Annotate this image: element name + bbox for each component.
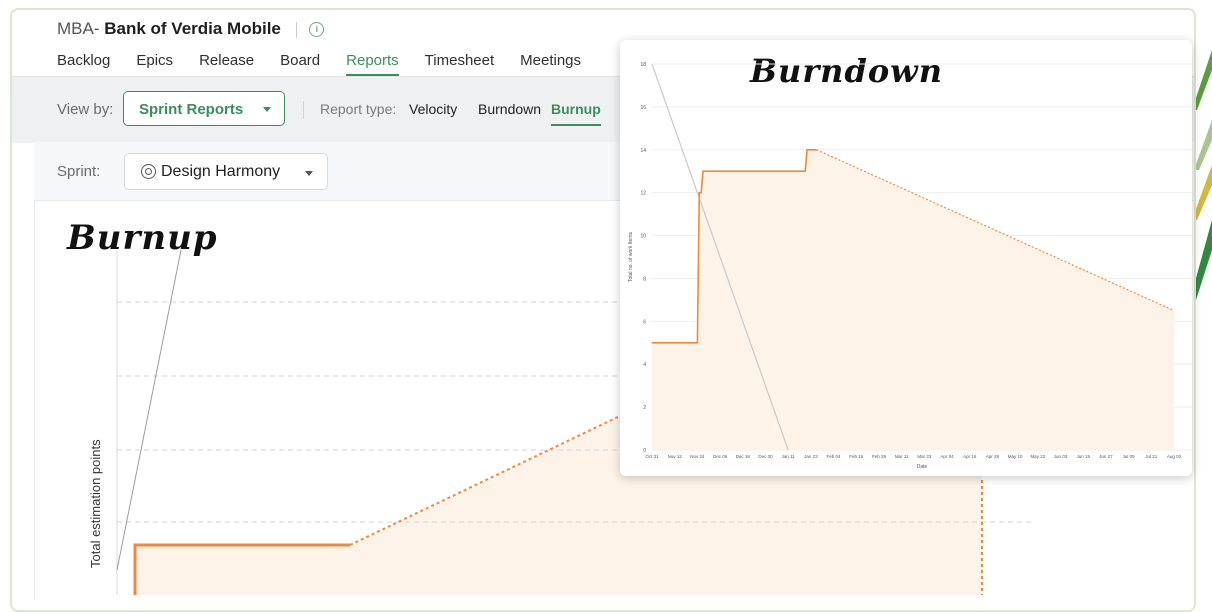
tab-meetings[interactable]: Meetings xyxy=(520,52,581,76)
burndown-x-tick: Apr 16 xyxy=(963,454,977,459)
tab-timesheet[interactable]: Timesheet xyxy=(425,52,494,76)
chevron-down-icon xyxy=(305,171,313,176)
burndown-x-tick: Aug 02 xyxy=(1167,454,1182,459)
tab-board[interactable]: Board xyxy=(280,52,320,76)
burndown-y-tick: 10 xyxy=(640,234,646,240)
burndown-y-tick: 6 xyxy=(643,319,646,325)
burndown-x-label: Date xyxy=(917,464,928,470)
project-title: MBA- Bank of Verdia Mobile i xyxy=(57,19,325,39)
report-type-burndown[interactable]: Burndown xyxy=(478,101,541,117)
burndown-x-tick: Jan 23 xyxy=(804,454,818,459)
tab-backlog[interactable]: Backlog xyxy=(57,52,110,76)
burndown-y-tick: 14 xyxy=(640,148,646,154)
title-divider xyxy=(295,21,297,38)
chevron-down-icon xyxy=(263,107,271,112)
burndown-y-tick: 4 xyxy=(643,362,646,368)
burndown-x-tick: Dec 06 xyxy=(713,454,728,459)
burndown-y-label: Total no. of work Items xyxy=(628,231,634,282)
project-prefix: MBA- xyxy=(57,19,100,38)
burndown-x-tick: Jan 11 xyxy=(782,454,796,459)
burndown-card: Burndown 0 2 4 6 8 10 12 14 16 18 Oct 31 Nov 12 Nov … xyxy=(620,40,1192,476)
sprint-value: Design Harmony xyxy=(161,163,281,180)
burndown-x-tick: Apr 04 xyxy=(940,454,954,459)
burndown-y-tick: 12 xyxy=(640,191,646,197)
burndown-x-tick: Feb 16 xyxy=(849,454,864,459)
burndown-x-tick: Jul 09 xyxy=(1123,454,1136,459)
report-type-label: Report type: xyxy=(320,101,397,117)
burndown-x-tick: Nov 12 xyxy=(668,454,683,459)
sprint-label: Sprint: xyxy=(57,163,101,180)
burndown-x-tick: Mar 11 xyxy=(895,454,909,459)
burndown-x-tick: Mar 23 xyxy=(917,454,932,459)
view-by-value: Sprint Reports xyxy=(139,101,244,118)
burndown-x-tick: Jul 21 xyxy=(1145,454,1158,459)
burndown-x-tick: May 22 xyxy=(1030,454,1045,459)
sprint-icon xyxy=(141,164,156,179)
burndown-y-tick: 18 xyxy=(640,62,646,68)
burnup-y-label: Total estimation points xyxy=(88,439,103,568)
burndown-x-tick: May 10 xyxy=(1008,454,1023,459)
view-by-label: View by: xyxy=(57,101,114,118)
info-circle-icon[interactable]: i xyxy=(309,22,325,38)
report-type-velocity[interactable]: Velocity xyxy=(409,101,457,117)
view-by-dropdown[interactable]: Sprint Reports xyxy=(123,91,285,126)
burndown-y-tick: 8 xyxy=(643,276,646,282)
project-name: Bank of Verdia Mobile xyxy=(104,19,281,38)
burndown-chart: 024681012141618Oct 31 Nov 12 Nov 24 Dec 06 D… xyxy=(628,62,1192,470)
burndown-x-tick: Apr 28 xyxy=(986,454,1000,459)
burndown-area xyxy=(652,149,1174,450)
burndown-x-tick: Nov 24 xyxy=(690,454,705,459)
burndown-x-tick: Jun 03 xyxy=(1054,454,1068,459)
burndown-x-tick: Dec 30 xyxy=(758,454,773,459)
toolbar-divider xyxy=(303,101,304,119)
burndown-x-tick: Feb 28 xyxy=(872,454,887,459)
burndown-x-tick: Jun 15 xyxy=(1076,454,1090,459)
tab-epics[interactable]: Epics xyxy=(136,52,173,76)
report-type-burnup[interactable]: Burnup xyxy=(551,101,601,126)
sprint-dropdown[interactable]: Design Harmony xyxy=(124,153,328,190)
burndown-x-tick: Jun 27 xyxy=(1099,454,1113,459)
tab-release[interactable]: Release xyxy=(199,52,254,76)
main-tabs: Backlog Epics Release Board Reports Time… xyxy=(57,52,607,76)
burndown-x-tick: Oct 31 xyxy=(645,454,659,459)
burndown-x-tick: Dec 18 xyxy=(736,454,751,459)
burndown-y-tick: 16 xyxy=(640,105,646,111)
burndown-y-tick: 2 xyxy=(643,405,646,411)
tab-reports[interactable]: Reports xyxy=(346,52,399,76)
burndown-x-tick: Feb 04 xyxy=(827,454,842,459)
